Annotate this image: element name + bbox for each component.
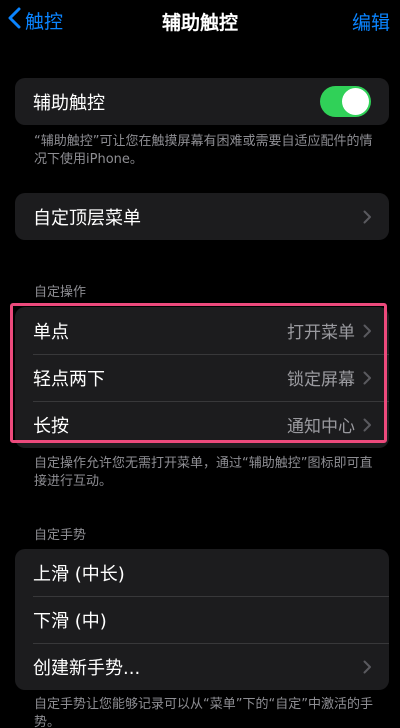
custom-actions-footer: 自定操作允许您无需打开菜单，通过“辅助触控”图标即可直接进行互动。 [34, 456, 373, 489]
assistive-touch-toggle[interactable] [320, 86, 371, 117]
custom-actions-group: 单点 打开菜单 轻点两下 锁定屏幕 长按 通知中心 [15, 307, 389, 448]
action-value: 通知中心 [287, 417, 355, 437]
gesture-swipe-up[interactable]: 上滑 (中长) [15, 549, 389, 596]
custom-action-long-press[interactable]: 长按 通知中心 [15, 401, 389, 448]
assistive-touch-footer: “辅助触控”可让您在触摸屏幕有困难或需要自适应配件的情况下使用iPhone。 [34, 134, 373, 167]
assistive-touch-group: 辅助触控 [15, 78, 389, 125]
chevron-right-icon [363, 371, 373, 385]
custom-gestures-header: 自定手势 [34, 528, 87, 543]
gesture-label: 上滑 (中长) [33, 563, 125, 585]
custom-gestures-group: 上滑 (中长) 下滑 (中) 创建新手势... [15, 549, 389, 690]
gesture-label: 创建新手势... [33, 657, 141, 679]
edit-button[interactable]: 编辑 [352, 8, 390, 35]
gesture-label: 下滑 (中) [33, 610, 107, 632]
action-value: 打开菜单 [287, 323, 355, 343]
custom-action-single-tap[interactable]: 单点 打开菜单 [15, 307, 389, 354]
gesture-swipe-down[interactable]: 下滑 (中) [15, 596, 389, 643]
navigation-bar: 触控 辅助触控 编辑 [0, 0, 400, 44]
action-value: 锁定屏幕 [287, 370, 355, 390]
settings-screen: 触控 辅助触控 编辑 辅助触控 “辅助触控”可让您在触摸屏幕有困难或需要自适应配… [0, 0, 400, 728]
customize-top-menu-row[interactable]: 自定顶层菜单 [15, 193, 389, 240]
toggle-knob [342, 88, 369, 115]
customize-top-menu-group: 自定顶层菜单 [15, 193, 389, 240]
custom-gestures-footer: 自定手势让您能够记录可以从“菜单”下的“自定”中激活的手势。 [34, 697, 373, 728]
action-label: 长按 [33, 415, 69, 437]
page-title: 辅助触控 [161, 12, 238, 34]
chevron-right-icon [363, 210, 373, 224]
assistive-touch-row: 辅助触控 [15, 78, 389, 125]
chevron-right-icon [363, 660, 373, 674]
custom-action-double-tap[interactable]: 轻点两下 锁定屏幕 [15, 354, 389, 401]
chevron-right-icon [363, 418, 373, 432]
custom-actions-header: 自定操作 [34, 285, 87, 300]
chevron-right-icon [363, 324, 373, 338]
action-label: 单点 [33, 321, 69, 343]
create-new-gesture[interactable]: 创建新手势... [15, 643, 389, 690]
action-label: 轻点两下 [33, 368, 105, 390]
customize-top-menu-label: 自定顶层菜单 [33, 207, 141, 229]
